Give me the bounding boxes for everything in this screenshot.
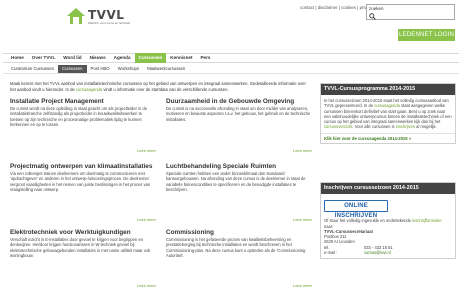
nav-item-pers[interactable]: Pers bbox=[196, 53, 214, 63]
programme-panel-body: In het cursusseizoen 2014-2015 staat het… bbox=[321, 95, 455, 133]
mail-link[interactable]: cursus@tvvl.nl bbox=[342, 250, 391, 255]
logo-text: TVVL bbox=[88, 8, 125, 22]
ledennet-login-button[interactable]: LEDENNET LOGIN bbox=[398, 29, 455, 41]
online-inschrijven-button[interactable]: ONLINE INSCHRIJVEN bbox=[324, 200, 388, 219]
subnav-item-post-hbo[interactable]: Post HBO bbox=[87, 65, 114, 73]
course-block: Duurzaamheid in de Gebouwde Omgeving De … bbox=[166, 98, 312, 154]
nav-item-nieuws[interactable]: Nieuws bbox=[86, 53, 110, 63]
course-title[interactable]: Projectmatig ontwerpen van klimaatinstal… bbox=[10, 163, 156, 170]
course-read-more-link[interactable]: Lees meer bbox=[137, 283, 156, 288]
subnav-item-maatwerkcursussen[interactable]: Maatwerkcursussen bbox=[143, 65, 189, 73]
enroll-text-b: naar: bbox=[324, 223, 334, 229]
course-title[interactable]: Luchtbehandeling Speciale Ruimten bbox=[166, 163, 312, 170]
programme-panel: TVVL-Cursusprogramma 2014-2015 In het cu… bbox=[320, 83, 456, 144]
programme-cursusagenda-link[interactable]: cursusagenda bbox=[374, 103, 400, 108]
course-title[interactable]: Commissioning bbox=[166, 229, 312, 236]
programme-panel-title: TVVL-Cursusprogramma 2014-2015 bbox=[321, 84, 455, 95]
main-nav: Home Over TVVL Word lid Nieuws Agenda Cu… bbox=[3, 53, 459, 63]
sub-nav: Curatorium Cursussen Cursussen Post HBO … bbox=[3, 65, 459, 74]
course-block: Commissioning Commissioning is het gefas… bbox=[166, 229, 312, 289]
subnav-item-workshops[interactable]: Workshops bbox=[114, 65, 143, 73]
course-read-more-link[interactable]: Lees meer bbox=[293, 283, 312, 288]
enroll-panel: Inschrijven cursusseizoen 2014-2015 ONLI… bbox=[320, 182, 456, 260]
programme-text-c: . Voor alle cursussen is bbox=[352, 124, 396, 130]
subnav-item-cursussen[interactable]: Cursussen bbox=[57, 65, 87, 73]
intro-text: Maak kennis met het TVVL aanbod van inst… bbox=[10, 81, 310, 92]
enroll-panel-body: ONLINE INSCHRIJVEN Of stuur het volledig… bbox=[321, 194, 455, 258]
course-read-more-link[interactable]: Lees meer bbox=[137, 148, 156, 153]
top-links: contact | disclaimer | cookies | privacy bbox=[300, 5, 374, 10]
cursusagenda-link[interactable]: Klik hier voor de cursusagenda 2014-2015… bbox=[321, 132, 455, 143]
course-read-more-link[interactable]: Lees meer bbox=[293, 148, 312, 153]
course-description: De cursist is na succesvolle afronding i… bbox=[166, 106, 311, 122]
course-title[interactable]: Elektrotechniek voor Werktuigkundigen bbox=[10, 229, 156, 236]
enroll-panel-title: Inschrijven cursusseizoen 2014-2015 bbox=[321, 183, 455, 194]
enroll-text-a: Of stuur het volledig ingevulde en onder… bbox=[324, 218, 413, 224]
course-block: Projectmatig ontwerpen van klimaatinstal… bbox=[10, 163, 156, 223]
intro-text-b: vindt u informatie over de startdata van… bbox=[102, 86, 229, 92]
nav-item-agenda[interactable]: Agenda bbox=[110, 53, 135, 63]
programme-inschrijven-link[interactable]: inschrijven bbox=[396, 124, 415, 129]
mail-label: e-mail : bbox=[324, 250, 338, 256]
intro-cursusagenda-link[interactable]: cursusagenda bbox=[76, 87, 102, 92]
logo[interactable]: TVVL Platform voor mens en techniek bbox=[67, 6, 131, 28]
logo-mark-icon bbox=[67, 8, 85, 24]
search-box bbox=[366, 4, 455, 20]
course-title[interactable]: Duurzaamheid in de Gebouwde Omgeving bbox=[166, 98, 312, 105]
logo-tagline: Platform voor mens en techniek bbox=[88, 21, 131, 25]
enroll-mail-row: e-mail : cursus@tvvl.nl bbox=[324, 250, 452, 255]
inschrijfformulier-link[interactable]: inschrijfformulier bbox=[412, 218, 442, 223]
subnav-item-curatorium[interactable]: Curatorium Cursussen bbox=[7, 65, 58, 73]
programme-cursusoverzicht-link[interactable]: cursusoverzicht bbox=[324, 124, 352, 129]
course-description: Speciale ruimten hebben een ander binnen… bbox=[166, 171, 306, 192]
nav-item-word-lid[interactable]: Word lid bbox=[59, 53, 85, 63]
course-read-more-link[interactable]: Lees meer bbox=[137, 217, 156, 222]
course-description: Verschaft inzicht in E-installaties door… bbox=[10, 237, 151, 258]
nav-item-over-tvvl[interactable]: Over TVVL bbox=[28, 53, 60, 63]
course-block: Elektrotechniek voor Werktuigkundigen Ve… bbox=[10, 229, 156, 289]
course-block: Luchtbehandeling Speciale Ruimten Specia… bbox=[166, 163, 312, 223]
nav-item-kennisnet[interactable]: Kennisnet bbox=[166, 53, 196, 63]
top-link-contact[interactable]: contact bbox=[300, 5, 314, 10]
nav-item-home[interactable]: Home bbox=[7, 53, 28, 63]
top-link-disclaimer[interactable]: disclaimer bbox=[318, 5, 338, 10]
course-block: Installatie Project Management De cursis… bbox=[10, 98, 156, 154]
top-link-cookies[interactable]: cookies bbox=[341, 5, 356, 10]
course-title[interactable]: Installatie Project Management bbox=[10, 98, 156, 105]
search-input[interactable] bbox=[367, 5, 454, 12]
search-icon[interactable] bbox=[369, 13, 376, 20]
course-description: De cursist wordt na deze opleiding in st… bbox=[10, 106, 147, 127]
programme-text-d: al mogelijk. bbox=[415, 124, 437, 130]
nav-item-cursussen[interactable]: Cursussen bbox=[134, 53, 167, 63]
course-description: Commissioning is het gefaseerde proces v… bbox=[166, 237, 306, 258]
enroll-instruction: Of stuur het volledig ingevulde en onder… bbox=[324, 218, 452, 229]
course-read-more-link[interactable]: Lees meer bbox=[293, 217, 312, 222]
course-description: Via een rollenspel trainen deelnemers om… bbox=[10, 171, 151, 192]
